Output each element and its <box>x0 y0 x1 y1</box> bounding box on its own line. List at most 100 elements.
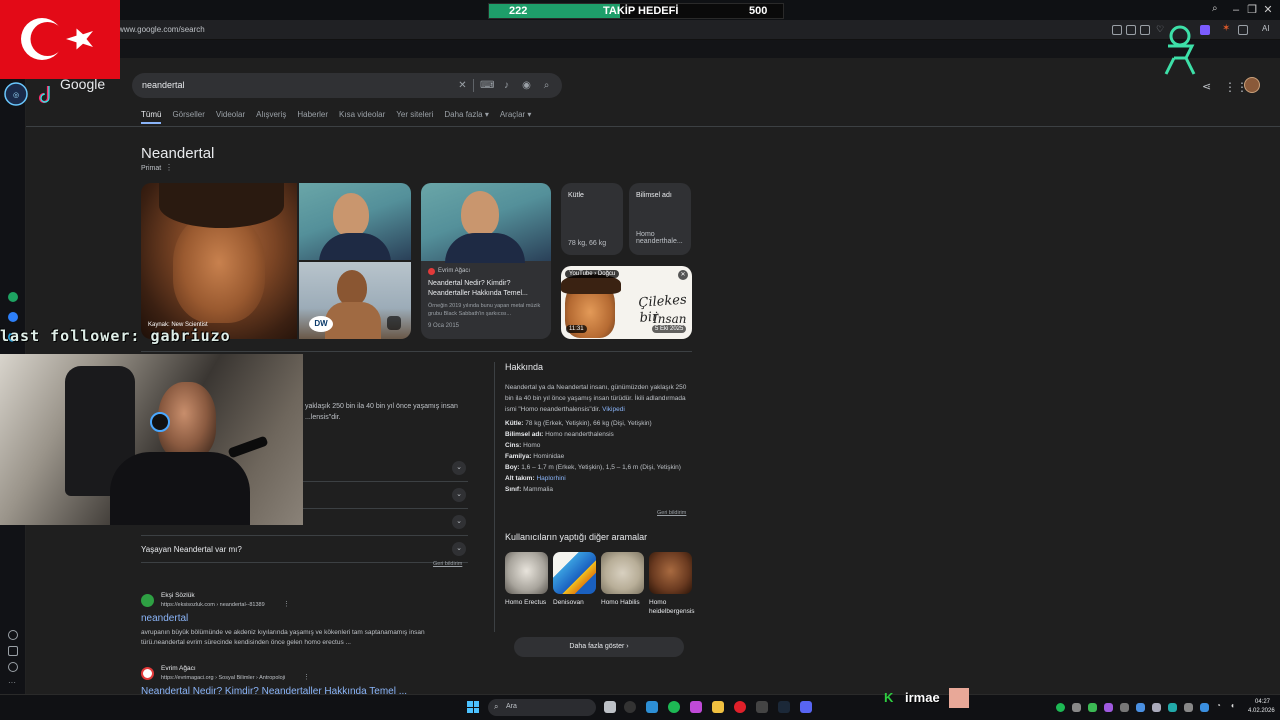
share-icon[interactable]: ⋖ <box>1202 80 1211 93</box>
image-thumbnail[interactable]: DW <box>299 262 411 339</box>
lens-icon[interactable]: ◉ <box>520 79 533 92</box>
search-box[interactable]: neandertal ✕ ⌨ ♪ ◉ ⌕ <box>132 73 562 98</box>
translate-icon[interactable] <box>1140 25 1150 35</box>
tab-more[interactable]: Daha fazla ▾ <box>444 110 488 124</box>
feedback-link[interactable]: Geri bildirim <box>657 510 686 516</box>
related-search-item[interactable]: Homo Habilis <box>601 552 644 607</box>
history-icon[interactable] <box>8 662 18 672</box>
tab-tools[interactable]: Araçlar ▾ <box>500 110 532 124</box>
tray-icon[interactable] <box>1168 703 1177 712</box>
sidebar-app-icon[interactable] <box>8 292 18 302</box>
site-favicon <box>141 594 154 607</box>
question-row[interactable]: Yaşayan Neandertal var mı? ⌄ <box>141 536 468 563</box>
messenger-icon[interactable] <box>8 312 18 322</box>
taskbar-search[interactable]: ⌕ Ara <box>488 699 596 716</box>
steam-icon[interactable] <box>778 701 790 713</box>
related-search-item[interactable]: Denisovan <box>553 552 596 607</box>
heart-icon[interactable] <box>8 630 18 640</box>
extension-icon[interactable] <box>1112 25 1122 35</box>
app-icon[interactable] <box>756 701 768 713</box>
camera-icon[interactable] <box>1126 25 1136 35</box>
tab-short-videos[interactable]: Kısa videolar <box>339 110 385 124</box>
tab-shopping[interactable]: Alışveriş <box>256 110 286 124</box>
obs-icon[interactable] <box>624 701 636 713</box>
tab-all[interactable]: Tümü <box>141 110 162 124</box>
tray-icon[interactable] <box>1200 703 1209 712</box>
chevron-down-icon[interactable]: ⌄ <box>452 461 466 475</box>
related-search-item[interactable]: Homo heidelbergensis <box>649 552 695 616</box>
more-options-icon[interactable]: ⋮ <box>303 673 310 681</box>
minimize-icon[interactable]: – <box>1228 2 1244 18</box>
result-site-name[interactable]: Evrim Ağacı <box>161 665 196 672</box>
task-view-icon[interactable] <box>604 701 616 713</box>
tray-steam-icon[interactable] <box>1152 703 1161 712</box>
result-site-name[interactable]: Ekşi Sözlük <box>161 592 195 599</box>
microphone-icon[interactable]: ♪ <box>500 79 513 92</box>
keyboard-icon[interactable]: ⌨ <box>480 79 494 92</box>
article-card[interactable]: Evrim Ağacı Neandertal Nedir? Kimdir? Ne… <box>421 183 551 339</box>
close-icon[interactable]: ✕ <box>678 270 688 280</box>
fact-row: Kütle: 78 kg (Erkek, Yetişkin), 66 kg (D… <box>505 418 693 429</box>
copilot-icon[interactable] <box>690 701 702 713</box>
discord-icon[interactable] <box>800 701 812 713</box>
photos-icon[interactable] <box>646 701 658 713</box>
clear-icon[interactable]: ✕ <box>456 79 469 92</box>
menu-icon[interactable] <box>1238 25 1248 35</box>
search-icon[interactable]: ⌕ <box>540 79 553 92</box>
clock-time[interactable]: 04:27 <box>1255 699 1270 705</box>
folder-icon[interactable] <box>712 701 724 713</box>
spotify-icon[interactable] <box>668 701 680 713</box>
wikipedia-link[interactable]: Vikipedi <box>602 406 625 413</box>
result-url[interactable]: https://eksisozluk.com › neandertal--813… <box>161 602 265 608</box>
chevron-down-icon[interactable]: ⌄ <box>452 488 466 502</box>
tab-news[interactable]: Haberler <box>297 110 328 124</box>
image-source-icon[interactable] <box>387 316 401 330</box>
maximize-icon[interactable]: ❐ <box>1244 2 1260 18</box>
fact-card-mass[interactable]: Kütle 78 kg, 66 kg <box>561 183 623 255</box>
profile-icon[interactable] <box>1200 25 1210 35</box>
tray-icon[interactable] <box>1072 703 1081 712</box>
show-more-button[interactable]: Daha fazla göster › <box>514 637 684 657</box>
tray-icon[interactable] <box>1120 703 1129 712</box>
url-text[interactable]: www.google.com/search <box>118 25 205 34</box>
question-text[interactable]: Yaşayan Neandertal var mı? <box>141 545 242 554</box>
opera-icon[interactable] <box>734 701 746 713</box>
tab-places[interactable]: Yer siteleri <box>396 110 433 124</box>
tab-images[interactable]: Görseller <box>172 110 204 124</box>
chevron-down-icon[interactable]: ⌄ <box>452 515 466 529</box>
ai-icon[interactable]: AI <box>1262 24 1270 33</box>
more-icon[interactable]: ··· <box>8 678 16 687</box>
taskbar-search-placeholder[interactable]: Ara <box>506 703 517 710</box>
volume-icon[interactable]: ◖ <box>1230 701 1235 710</box>
fact-card-scientific-name[interactable]: Bilimsel adı Homo neanderthale... <box>629 183 691 255</box>
search-icon[interactable]: ⌕ <box>1212 3 1218 14</box>
result-title[interactable]: neandertal <box>141 613 188 624</box>
google-logo[interactable]: Google <box>60 76 105 92</box>
tray-icon[interactable] <box>1136 703 1145 712</box>
tray-spotify-icon[interactable] <box>1056 703 1065 712</box>
wifi-icon[interactable]: ◔ <box>1216 701 1221 710</box>
close-icon[interactable]: ✕ <box>1260 2 1276 18</box>
puzzle-icon[interactable]: ✶ <box>1222 23 1230 34</box>
tray-icon[interactable] <box>1184 703 1193 712</box>
main-image[interactable]: Kaynak: New Scientist <box>141 183 297 339</box>
edit-icon[interactable] <box>8 646 18 656</box>
tab-videos[interactable]: Videolar <box>216 110 245 124</box>
feedback-link[interactable]: Geri bildirim <box>433 561 462 567</box>
result-url[interactable]: https://evrimagaci.org › Sosyal Bilimler… <box>161 675 285 681</box>
video-card[interactable]: YouTube › Doğcu ✕ Çilekes bir İnsan 11:3… <box>561 266 692 339</box>
search-input[interactable]: neandertal <box>142 80 185 90</box>
more-options-icon[interactable]: ⋮ <box>165 163 173 172</box>
start-icon[interactable] <box>467 701 479 713</box>
chevron-down-icon[interactable]: ⌄ <box>452 542 466 556</box>
image-thumbnail[interactable] <box>299 183 411 260</box>
clock-date[interactable]: 4.02.2026 <box>1248 708 1275 714</box>
avatar[interactable] <box>1244 77 1260 93</box>
related-search-item[interactable]: Homo Erectus <box>505 552 548 607</box>
fact-row: Bilimsel adı: Homo neanderthalensis <box>505 429 693 440</box>
fact-value-link[interactable]: Haplorhini <box>536 475 565 482</box>
tray-icon[interactable] <box>1104 703 1113 712</box>
tray-icon[interactable] <box>1088 703 1097 712</box>
article-title[interactable]: Neandertal Nedir? Kimdir? Neandertaller … <box>428 279 548 299</box>
more-options-icon[interactable]: ⋮ <box>283 600 290 608</box>
